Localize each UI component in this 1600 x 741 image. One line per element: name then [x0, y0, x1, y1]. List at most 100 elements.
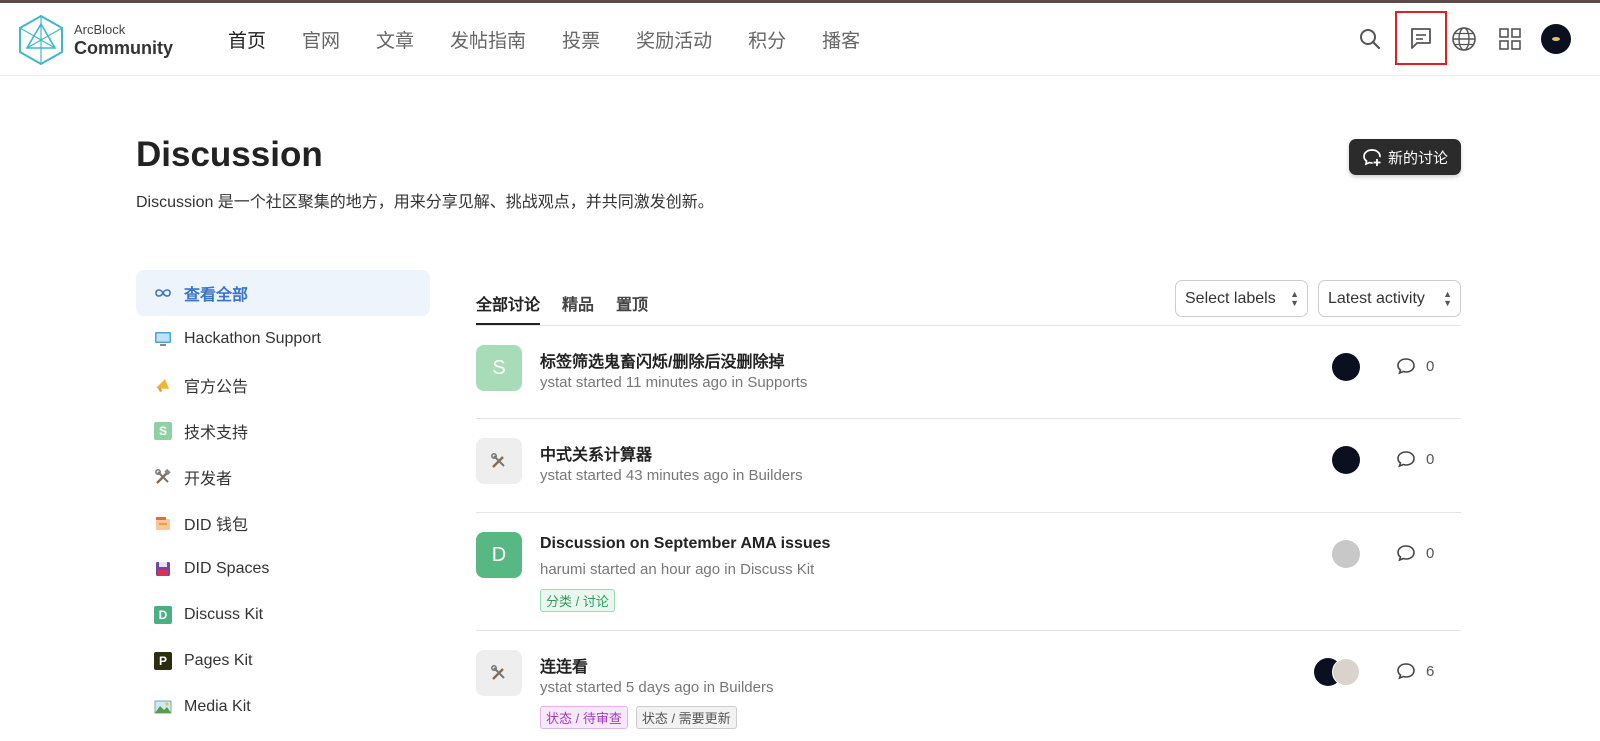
sidebar-item-did-wallet[interactable]: DID 钱包	[136, 500, 430, 546]
nav-home[interactable]: 首页	[228, 26, 266, 53]
topic-row[interactable]: S 标签筛选鬼畜闪烁/删除后没删除掉 ystat started 11 minu…	[476, 326, 1461, 419]
topic-meta: ystat started 5 days ago in Builders	[540, 679, 774, 696]
nav-vote[interactable]: 投票	[562, 26, 600, 53]
tag-status-pending-review[interactable]: 状态 / 待审查	[540, 706, 628, 729]
sidebar-item-pages-kit[interactable]: P Pages Kit	[136, 638, 430, 684]
comment-count: 6	[1396, 662, 1434, 680]
comment-icon	[1397, 545, 1415, 562]
tools-icon	[476, 650, 522, 696]
wallet-icon	[154, 514, 172, 532]
topic-title[interactable]: 中式关系计算器	[540, 441, 652, 465]
infinity-icon	[154, 284, 172, 302]
new-discussion-label: 新的讨论	[1387, 149, 1448, 167]
sidebar-item-label: Pages Kit	[184, 652, 253, 669]
sidebar-item-tech-support[interactable]: S 技术支持	[136, 408, 430, 454]
topic-category-avatar: S	[476, 345, 522, 391]
tools-icon	[154, 468, 172, 486]
topic-row[interactable]: D Discussion on September AMA issues har…	[476, 513, 1461, 631]
comment-count-value: 0	[1426, 450, 1435, 468]
sort-select[interactable]: Latest activity ▲ ▼	[1318, 280, 1461, 317]
apps-button[interactable]	[1492, 21, 1528, 57]
topic-row[interactable]: 中式关系计算器 ystat started 43 minutes ago in …	[476, 419, 1461, 513]
comment-count-value: 0	[1426, 357, 1435, 375]
sidebar-item-media-kit[interactable]: Media Kit	[136, 684, 430, 730]
participant-avatar[interactable]	[1332, 540, 1360, 568]
nav-points[interactable]: 积分	[748, 26, 786, 53]
tab-all-discussions[interactable]: 全部讨论	[476, 280, 541, 325]
sidebar-item-label: DID 钱包	[184, 517, 249, 534]
sidebar-item-label: 查看全部	[184, 287, 249, 304]
tag-category-discussion[interactable]: 分类 / 讨论	[540, 589, 615, 612]
image-icon	[154, 698, 172, 716]
add-chat-icon	[1363, 149, 1381, 166]
participant-avatar[interactable]	[1332, 658, 1360, 686]
topic-row[interactable]: 连连看 ystat started 5 days ago in Builders…	[476, 631, 1461, 741]
sidebar-item-label: 官方公告	[184, 379, 249, 396]
comment-count-value: 6	[1426, 662, 1435, 680]
topic-meta: ystat started 43 minutes ago in Builders	[540, 467, 803, 484]
site-header: ArcBlock Community 首页 官网 文章 发帖指南 投票 奖励活动…	[0, 3, 1600, 76]
sidebar-item-all[interactable]: 查看全部	[136, 270, 430, 316]
topic-meta: ystat started 11 minutes ago in Supports	[540, 374, 808, 391]
sort-select-value: Latest activity	[1328, 289, 1425, 307]
topic-meta: harumi started an hour ago in Discuss Ki…	[540, 561, 815, 578]
nav-posting-guide[interactable]: 发帖指南	[450, 26, 526, 53]
arcblock-logo-icon	[19, 14, 63, 66]
globe-icon	[1452, 27, 1476, 51]
letter-p-icon: P	[154, 652, 172, 670]
category-sidebar: 查看全部 Hackathon Support 官方公告 S 技术支持 开发者 D…	[136, 270, 430, 730]
user-menu-button[interactable]	[1538, 21, 1574, 57]
labels-select[interactable]: Select labels ▲ ▼	[1175, 280, 1308, 317]
sidebar-item-label: Media Kit	[184, 698, 251, 715]
letter-s-icon: S	[154, 422, 172, 440]
letter-d-icon: D	[154, 606, 172, 624]
nav-podcast[interactable]: 播客	[822, 26, 860, 53]
topic-title[interactable]: 连连看	[540, 653, 588, 677]
discussion-button[interactable]	[1395, 11, 1447, 65]
sidebar-item-did-spaces[interactable]: DID Spaces	[136, 546, 430, 592]
new-discussion-button[interactable]: 新的讨论	[1349, 139, 1461, 175]
search-icon	[1360, 29, 1381, 50]
sidebar-item-discuss-kit[interactable]: D Discuss Kit	[136, 592, 430, 638]
topic-tags: 分类 / 讨论	[540, 589, 623, 612]
nav-rewards[interactable]: 奖励活动	[636, 26, 712, 53]
sidebar-item-label: 技术支持	[184, 425, 249, 442]
comment-count: 0	[1396, 544, 1434, 562]
participant-avatar[interactable]	[1332, 446, 1360, 474]
comment-icon	[1397, 663, 1415, 680]
logo-brand: ArcBlock	[74, 22, 126, 37]
sidebar-item-hackathon-support[interactable]: Hackathon Support	[136, 316, 430, 362]
topic-tags: 状态 / 待审查 状态 / 需要更新	[540, 706, 745, 729]
topic-title[interactable]: Discussion on September AMA issues	[540, 535, 830, 553]
comment-count-value: 0	[1426, 544, 1435, 562]
comment-icon	[1397, 358, 1415, 375]
logo-product: Community	[74, 38, 173, 58]
nav-articles[interactable]: 文章	[376, 26, 414, 53]
comment-count: 0	[1396, 357, 1434, 375]
megaphone-icon	[154, 376, 172, 394]
topic-title[interactable]: 标签筛选鬼畜闪烁/删除后没删除掉	[540, 348, 784, 372]
participant-avatar[interactable]	[1332, 353, 1360, 381]
user-avatar	[1541, 24, 1571, 54]
search-button[interactable]	[1352, 21, 1388, 57]
sidebar-item-label: DID Spaces	[184, 560, 270, 577]
monitor-icon	[154, 330, 172, 348]
nav-official-site[interactable]: 官网	[302, 26, 340, 53]
chat-icon	[1411, 28, 1431, 49]
tag-status-needs-update[interactable]: 状态 / 需要更新	[635, 706, 737, 729]
discussion-tabs: 全部讨论 精品 置顶	[476, 280, 670, 325]
comment-icon	[1397, 451, 1415, 468]
sidebar-item-announcements[interactable]: 官方公告	[136, 362, 430, 408]
language-button[interactable]	[1446, 21, 1482, 57]
sidebar-item-developers[interactable]: 开发者	[136, 454, 430, 500]
labels-select-value: Select labels	[1185, 289, 1276, 307]
apps-grid-icon	[1499, 28, 1521, 50]
tab-featured[interactable]: 精品	[562, 280, 594, 325]
tools-icon	[476, 438, 522, 484]
sidebar-item-label: Hackathon Support	[184, 330, 321, 347]
updown-chevron-icon: ▲ ▼	[1290, 289, 1299, 308]
sidebar-item-label: Discuss Kit	[184, 606, 264, 623]
tab-pinned[interactable]: 置顶	[616, 280, 648, 325]
topic-category-avatar: D	[476, 532, 522, 578]
arcblock-logo[interactable]: ArcBlock Community	[18, 14, 173, 66]
